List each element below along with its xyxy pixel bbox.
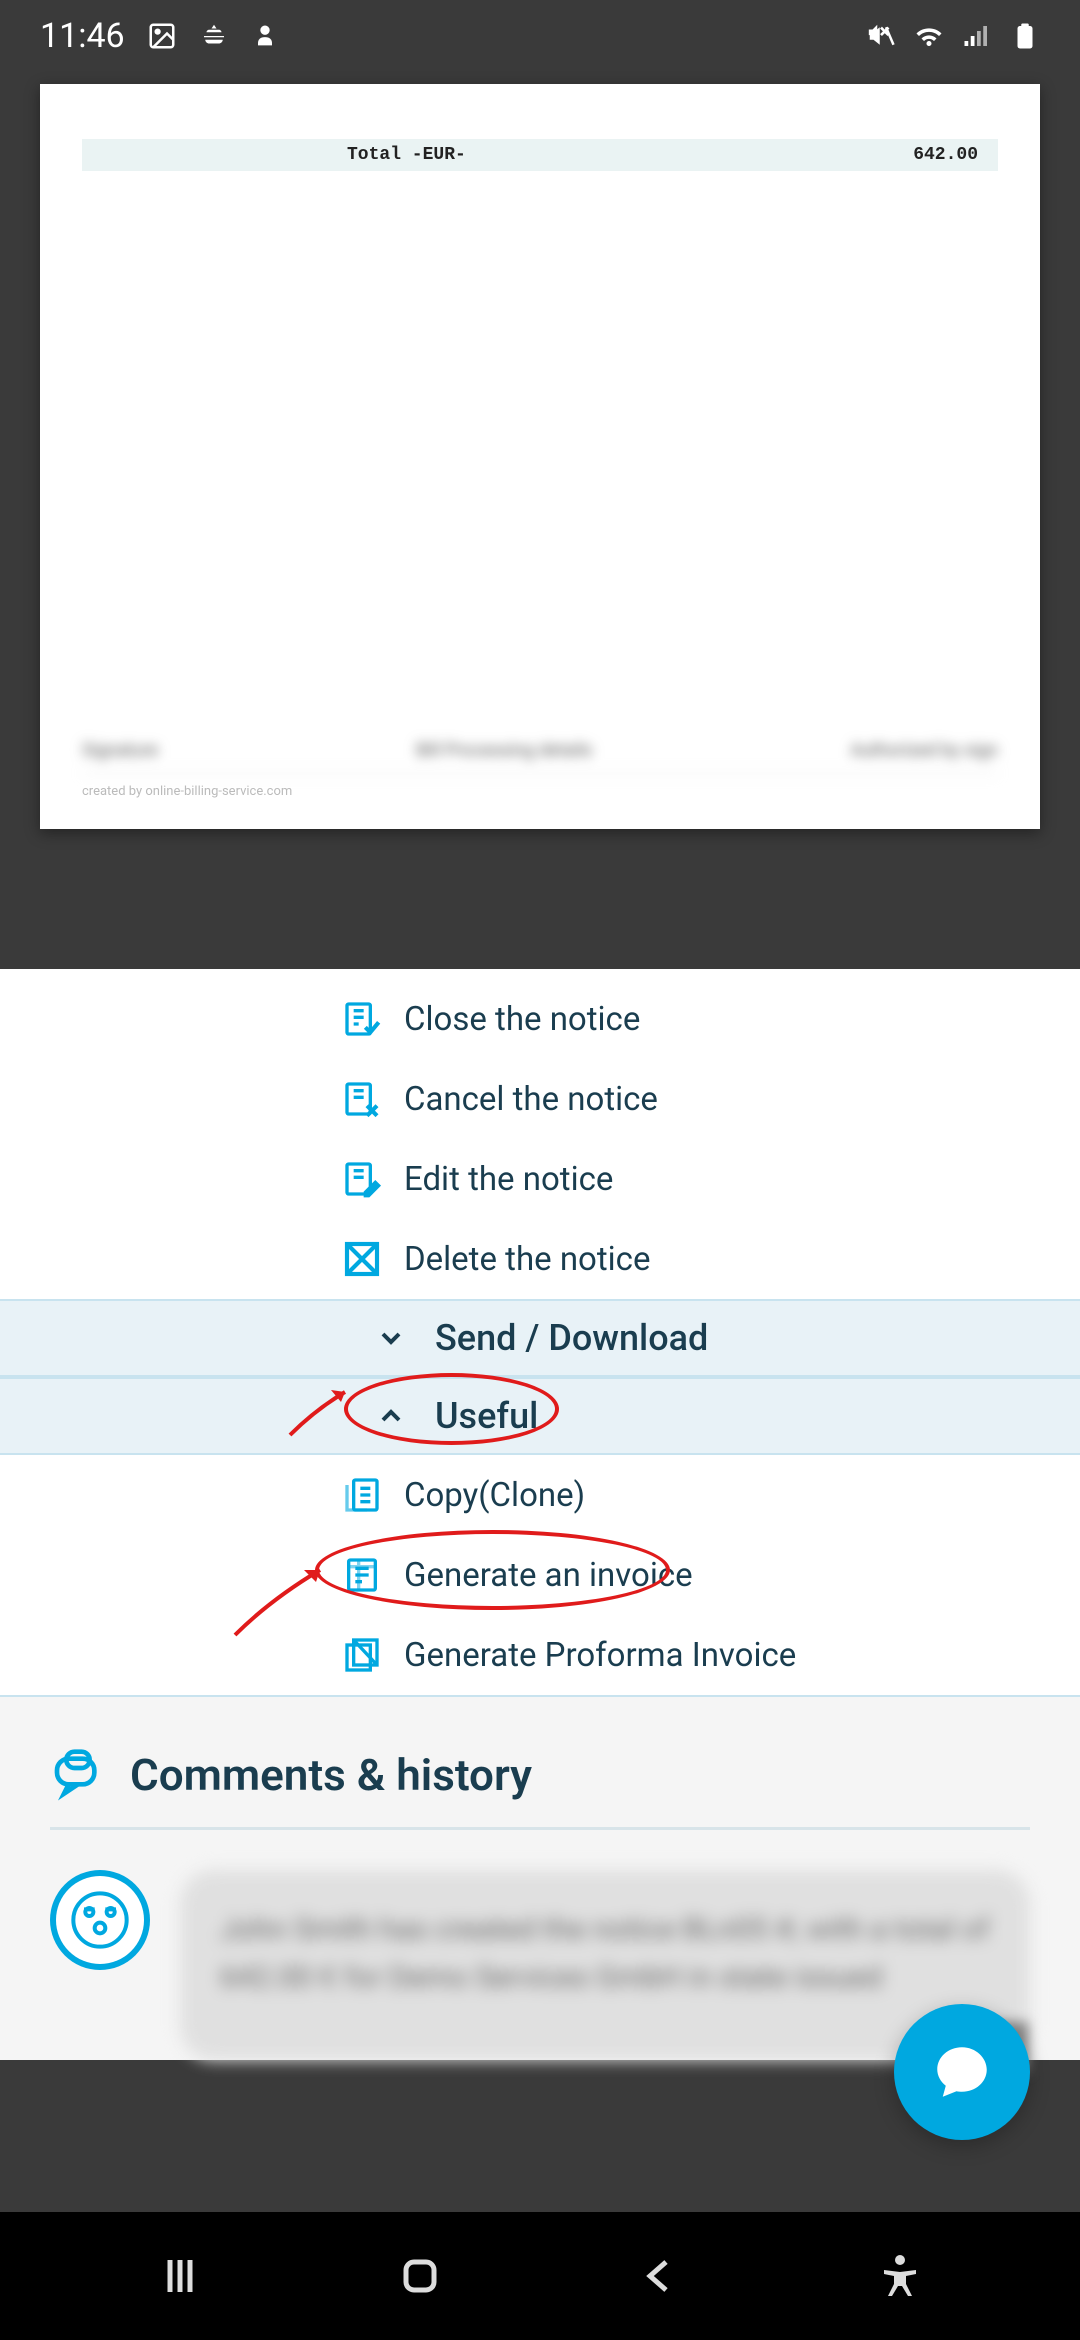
useful-section[interactable]: Useful [0, 1377, 1080, 1455]
chat-bubble-icon [929, 2039, 995, 2105]
close-notice-icon [340, 997, 384, 1041]
battery-icon [1010, 21, 1040, 51]
status-bar: 11:46 [0, 0, 1080, 72]
home-button[interactable] [396, 2252, 444, 2300]
edit-notice-action[interactable]: Edit the notice [0, 1139, 1080, 1219]
delete-notice-action[interactable]: Delete the notice [0, 1219, 1080, 1299]
copy-icon [340, 1473, 384, 1517]
person-icon [251, 22, 279, 50]
copy-clone-action[interactable]: Copy(Clone) [0, 1455, 1080, 1535]
action-label: Close the notice [404, 1000, 640, 1039]
created-by-label: created by online-billing-service.com [82, 784, 998, 799]
chat-fab[interactable] [894, 2004, 1030, 2140]
delete-notice-icon [340, 1237, 384, 1281]
android-nav-bar [0, 2212, 1080, 2340]
avatar [50, 1870, 150, 1970]
recents-button[interactable] [156, 2252, 204, 2300]
comments-icon [50, 1747, 106, 1803]
back-button[interactable] [636, 2252, 684, 2300]
comment-item: John Smith has created the notice BLn05 … [50, 1870, 1030, 2060]
comments-heading-label: Comments & history [130, 1749, 532, 1801]
action-label: Generate an invoice [404, 1556, 693, 1595]
wifi-icon [914, 21, 944, 51]
signal-icon [962, 21, 992, 51]
signature-blurred: Signature Bill Processing details Author… [82, 740, 998, 774]
edit-notice-icon [340, 1157, 384, 1201]
action-label: Delete the notice [404, 1240, 650, 1279]
accessibility-button[interactable] [876, 2252, 924, 2300]
comments-section: Comments & history John Smith has create… [0, 1695, 1080, 2060]
invoice-icon [340, 1553, 384, 1597]
generate-invoice-action[interactable]: Generate an invoice [0, 1535, 1080, 1615]
cancel-notice-icon [340, 1077, 384, 1121]
section-label: Useful [435, 1395, 538, 1437]
comments-heading: Comments & history [50, 1747, 1030, 1830]
send-download-section[interactable]: Send / Download [0, 1299, 1080, 1377]
total-row: Total -EUR- 642.00 [82, 139, 998, 171]
mute-icon [866, 21, 896, 51]
cancel-notice-action[interactable]: Cancel the notice [0, 1059, 1080, 1139]
clock: 11:46 [40, 16, 125, 56]
actions-panel: Close the notice Cancel the notice Edit … [0, 969, 1080, 1695]
close-notice-action[interactable]: Close the notice [0, 979, 1080, 1059]
section-label: Send / Download [435, 1317, 708, 1359]
proforma-icon [340, 1633, 384, 1677]
chevron-up-icon [375, 1400, 407, 1432]
weather-icon [199, 21, 229, 51]
total-label: Total -EUR- [347, 145, 466, 165]
action-label: Cancel the notice [404, 1080, 658, 1119]
image-icon [147, 21, 177, 51]
action-label: Generate Proforma Invoice [404, 1636, 796, 1675]
invoice-preview: Total -EUR- 642.00 Signature Bill Proces… [40, 84, 1040, 829]
generate-proforma-action[interactable]: Generate Proforma Invoice [0, 1615, 1080, 1695]
total-value: 642.00 [913, 145, 978, 165]
chevron-down-icon [375, 1322, 407, 1354]
action-label: Copy(Clone) [404, 1476, 585, 1515]
action-label: Edit the notice [404, 1160, 613, 1199]
comment-text-blurred: John Smith has created the notice BLn05 … [180, 1870, 1030, 2060]
